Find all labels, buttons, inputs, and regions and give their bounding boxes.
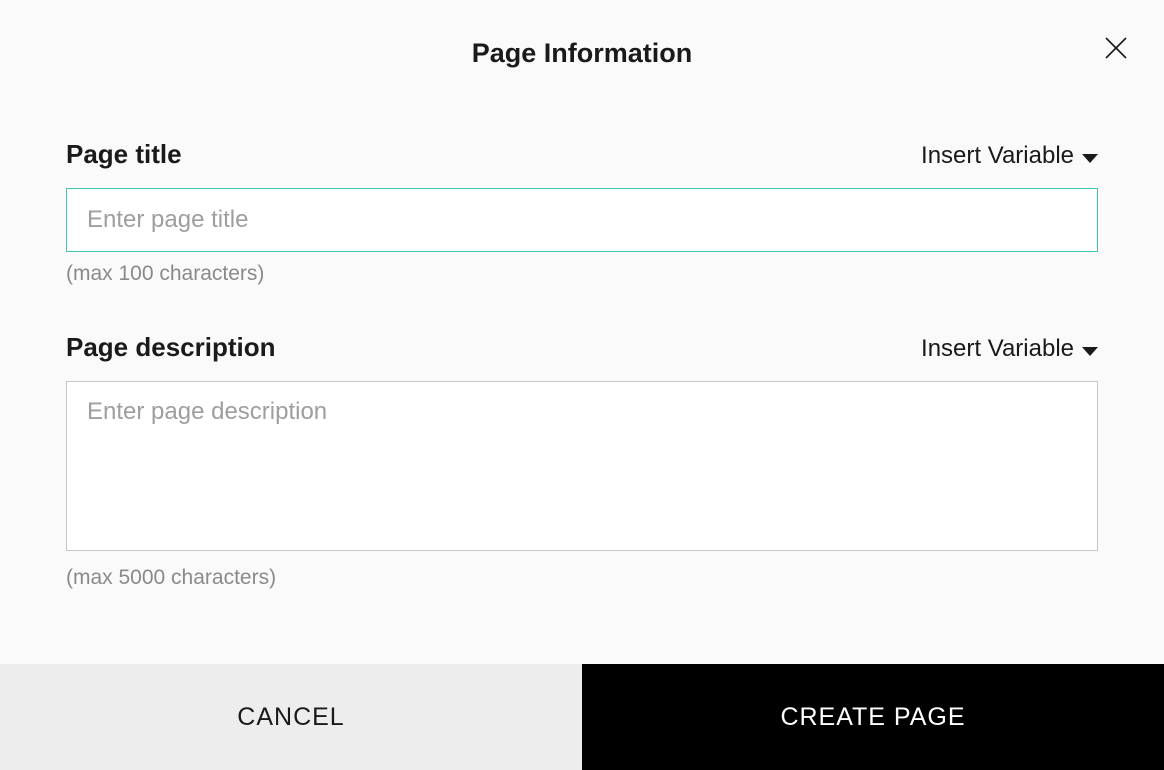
page-description-input[interactable]: [66, 381, 1098, 551]
dialog-content: Page title Insert Variable (max 100 char…: [0, 89, 1164, 664]
create-page-button[interactable]: CREATE PAGE: [582, 664, 1164, 770]
close-icon: [1101, 33, 1131, 63]
dialog-footer: CANCEL CREATE PAGE: [0, 664, 1164, 770]
insert-variable-title-button[interactable]: Insert Variable: [921, 142, 1098, 170]
caret-down-icon: [1082, 154, 1098, 163]
insert-variable-description-button[interactable]: Insert Variable: [921, 335, 1098, 363]
page-title-hint: (max 100 characters): [66, 262, 1098, 286]
page-description-hint: (max 5000 characters): [66, 566, 1098, 590]
close-button[interactable]: [1098, 30, 1134, 66]
page-information-dialog: Page Information Page title Insert Varia…: [0, 0, 1164, 770]
page-title-header: Page title Insert Variable: [66, 139, 1098, 170]
caret-down-icon: [1082, 347, 1098, 356]
page-title-label: Page title: [66, 139, 182, 170]
page-description-label: Page description: [66, 332, 276, 363]
page-title-input[interactable]: [66, 188, 1098, 252]
dialog-title: Page Information: [0, 38, 1164, 69]
cancel-button[interactable]: CANCEL: [0, 664, 582, 770]
insert-variable-label: Insert Variable: [921, 335, 1074, 363]
page-title-field-group: Page title Insert Variable (max 100 char…: [66, 139, 1098, 286]
page-description-header: Page description Insert Variable: [66, 332, 1098, 363]
insert-variable-label: Insert Variable: [921, 142, 1074, 170]
page-description-field-group: Page description Insert Variable (max 50…: [66, 332, 1098, 590]
dialog-header: Page Information: [0, 0, 1164, 89]
